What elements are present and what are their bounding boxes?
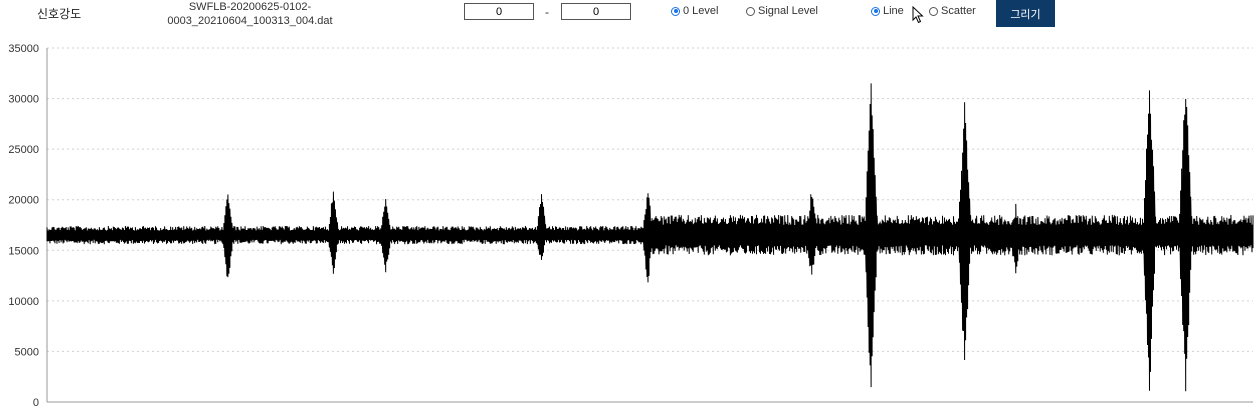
- radio-unchecked-icon: [746, 6, 755, 16]
- toolbar: 신호강도 SWFLB-20200625-0102-0003_20210604_1…: [0, 0, 1258, 34]
- y-tick-label: 25000: [8, 144, 39, 156]
- page-label: 신호강도: [37, 7, 82, 21]
- range-start-input[interactable]: [464, 3, 534, 20]
- zero-level-label: 0 Level: [683, 5, 719, 17]
- line-radio[interactable]: Line: [871, 5, 904, 17]
- scatter-radio[interactable]: Scatter: [929, 5, 976, 17]
- range-separator: -: [545, 5, 549, 19]
- signal-series-line: [46, 83, 1254, 392]
- y-tick-label: 20000: [8, 195, 39, 207]
- scatter-label: Scatter: [941, 5, 976, 17]
- range-end-input[interactable]: [561, 3, 631, 20]
- radio-checked-icon: [671, 6, 680, 16]
- radio-unchecked-icon: [929, 6, 938, 16]
- y-tick-label: 5000: [15, 346, 39, 358]
- y-tick-label: 15000: [8, 245, 39, 257]
- signal-level-radio[interactable]: Signal Level: [746, 5, 818, 17]
- zero-level-radio[interactable]: 0 Level: [671, 5, 718, 17]
- y-tick-label: 0: [33, 397, 39, 409]
- signal-level-label: Signal Level: [758, 5, 818, 17]
- y-tick-label: 30000: [8, 94, 39, 106]
- file-name-label: SWFLB-20200625-0102-0003_20210604_100313…: [167, 1, 333, 27]
- y-tick-label: 35000: [8, 43, 39, 55]
- signal-chart: 0 5000 10000 15000 20000 25000 30000 35000: [8, 43, 1254, 409]
- y-tick-label: 10000: [8, 296, 39, 308]
- draw-button[interactable]: 그리기: [996, 0, 1055, 27]
- radio-checked-icon: [871, 6, 880, 16]
- line-label: Line: [883, 5, 904, 17]
- mouse-pointer-icon: [912, 6, 924, 24]
